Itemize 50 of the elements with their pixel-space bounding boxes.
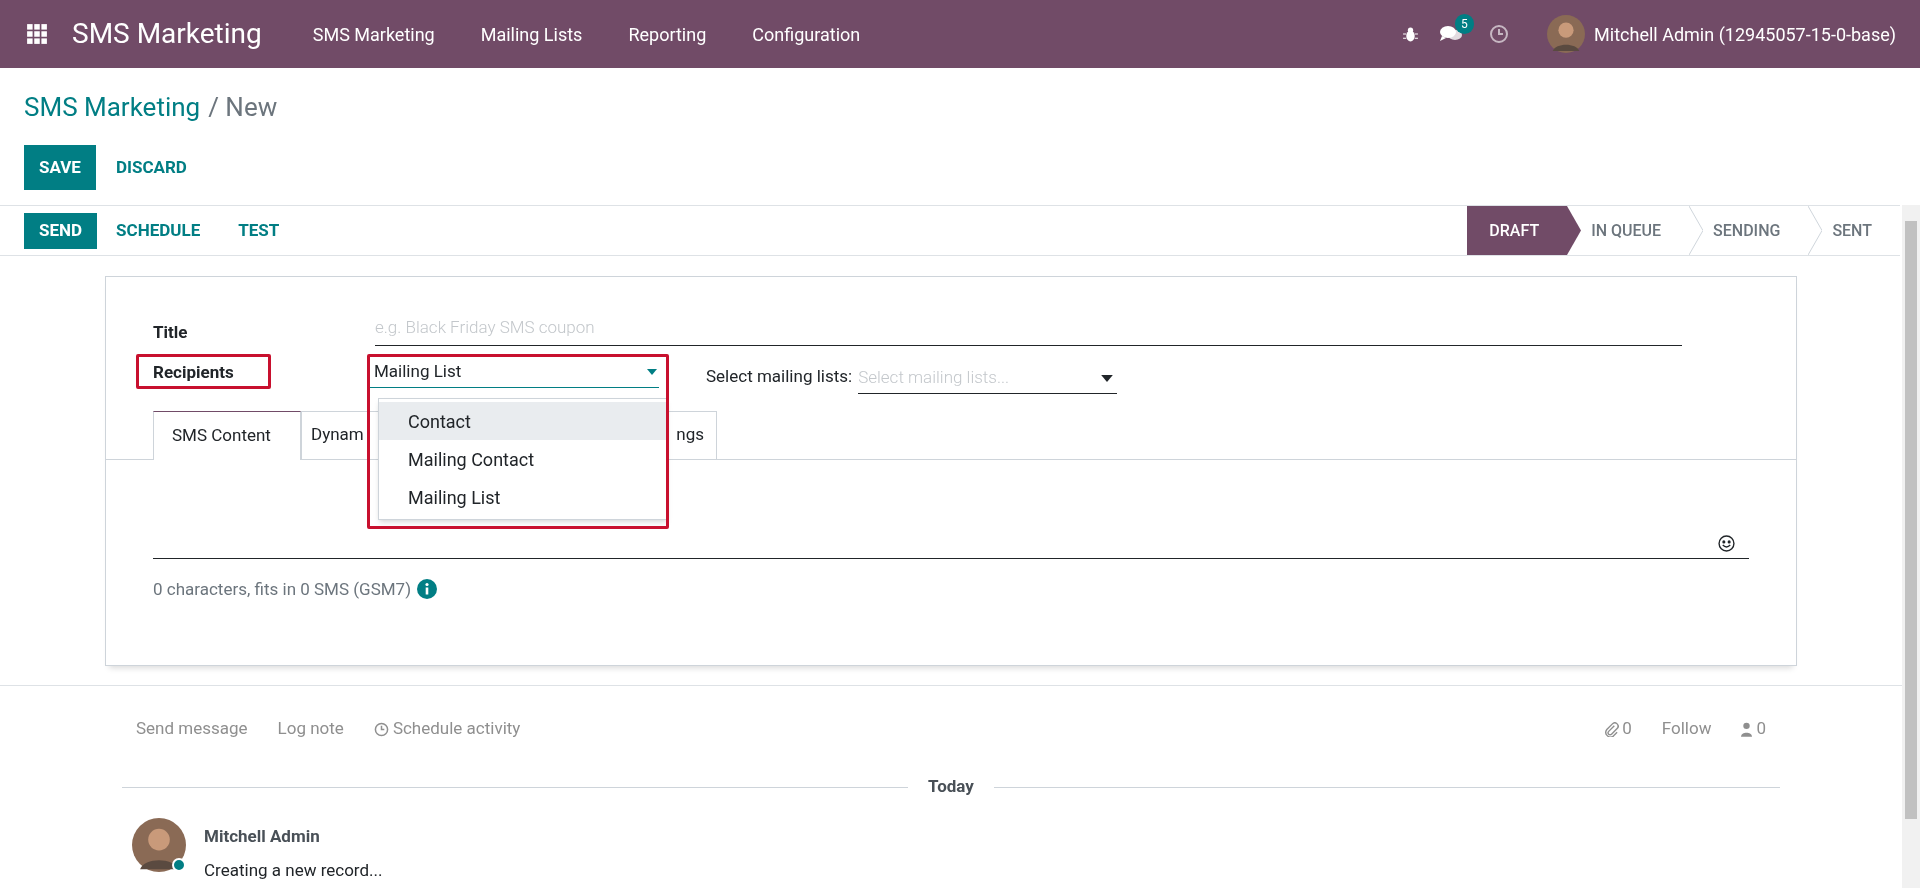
notification-badge: 5 bbox=[1455, 14, 1474, 34]
action-button[interactable]: SEND bbox=[24, 212, 98, 249]
chatter-button[interactable]: Log note bbox=[277, 716, 344, 742]
step-chevron-icon bbox=[1567, 206, 1582, 255]
select-value: Mailing List bbox=[374, 360, 462, 384]
dropdown-option[interactable]: Contact bbox=[379, 402, 667, 440]
paperclip-icon bbox=[1604, 721, 1620, 737]
field-label: Recipients bbox=[153, 361, 234, 382]
dropdown-option[interactable]: Mailing List bbox=[379, 478, 667, 516]
message-body: Creating a new record... bbox=[204, 858, 383, 882]
clock-icon bbox=[1489, 24, 1510, 44]
field-label: Select mailing lists: bbox=[706, 364, 853, 388]
field-label: Title bbox=[153, 321, 189, 344]
character-count: 0 characters, fits in 0 SMS (GSM7) bbox=[153, 577, 412, 601]
person-icon bbox=[1741, 721, 1753, 737]
step-chevron-icon bbox=[1808, 206, 1823, 255]
menu-item[interactable]: SMS Marketing bbox=[289, 20, 458, 48]
apps-menu-icon[interactable] bbox=[26, 23, 48, 45]
date-divider: Today bbox=[928, 775, 974, 799]
tab[interactable]: SMS Content bbox=[153, 410, 301, 460]
info-icon bbox=[417, 579, 438, 600]
schedule-activity-button[interactable]: Schedule activity bbox=[373, 716, 521, 742]
action-button[interactable]: TEST bbox=[219, 212, 299, 249]
scrollbar[interactable] bbox=[1902, 205, 1920, 888]
placeholder-text: Select mailing lists... bbox=[858, 366, 1010, 390]
step-chevron-icon bbox=[1689, 206, 1704, 255]
action-button[interactable]: SCHEDULE bbox=[97, 212, 220, 249]
app-title[interactable]: SMS Marketing bbox=[72, 13, 262, 55]
user-name[interactable]: Mitchell Admin (12945057-15-0-base) bbox=[1594, 20, 1896, 48]
recipients-select[interactable]: Mailing List bbox=[368, 357, 659, 388]
title-input[interactable]: e.g. Black Friday SMS coupon bbox=[375, 315, 1682, 346]
menu-item[interactable]: Configuration bbox=[729, 20, 884, 48]
caret-icon bbox=[1101, 374, 1114, 382]
breadcrumb-link[interactable]: SMS Marketing bbox=[24, 88, 201, 127]
bug-icon bbox=[1402, 25, 1420, 43]
caret-icon bbox=[647, 369, 657, 375]
avatar bbox=[132, 818, 186, 872]
follow-button[interactable]: Follow bbox=[1661, 716, 1712, 742]
chatter-button[interactable]: Send message bbox=[136, 716, 248, 742]
breadcrumb-current: / New bbox=[208, 91, 278, 124]
menu-item[interactable]: Mailing Lists bbox=[457, 20, 606, 48]
discard-button[interactable]: DISCARD bbox=[99, 145, 203, 190]
attachments-button[interactable]: 0 bbox=[1604, 716, 1632, 742]
save-button[interactable]: SAVE bbox=[24, 145, 96, 190]
clock-icon bbox=[373, 721, 389, 737]
avatar bbox=[1547, 15, 1586, 53]
message-author: Mitchell Admin bbox=[204, 825, 321, 848]
menu-item[interactable]: Reporting bbox=[605, 20, 730, 48]
followers-button[interactable]: 0 bbox=[1741, 716, 1766, 742]
emoji-icon bbox=[1718, 534, 1735, 552]
